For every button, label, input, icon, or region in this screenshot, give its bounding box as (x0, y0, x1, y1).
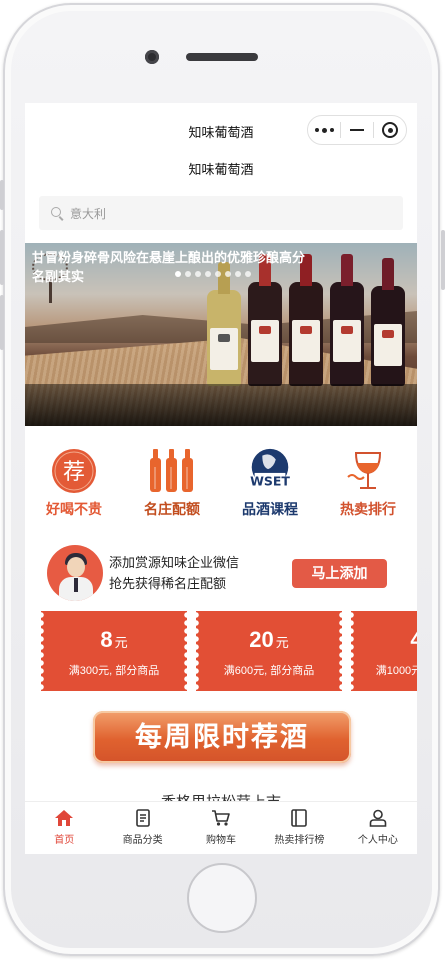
coupon-condition: 满300元, 部分商品 (68, 665, 160, 677)
target-close-icon (382, 122, 398, 138)
category-estate-quota[interactable]: 名庄配额 (123, 446, 221, 526)
coupon-amount-row: 8元 (41, 627, 187, 656)
more-dots-icon (314, 127, 334, 133)
banner-caption: 甘冒粉身碎骨风险在悬崖上酿出的优雅珍酿高分名副其实 (32, 250, 306, 284)
carousel-dot[interactable] (175, 271, 181, 277)
category-good-value[interactable]: 荐 好喝不贵 (25, 446, 123, 526)
weekly-recommendation-banner[interactable]: 每周限时荐酒 (93, 711, 351, 763)
coupon-amount-row: 4元 (351, 627, 417, 656)
tab-profile[interactable]: 个人中心 (339, 802, 417, 854)
wine-bottle-image (330, 254, 364, 386)
user-icon (367, 808, 389, 828)
carousel-dot[interactable] (185, 271, 191, 277)
app-screen: 知味葡萄酒 知味葡萄酒 意大利 甘冒粉身碎骨风险在悬崖上酿出的优雅珍酿高分名副其… (25, 103, 417, 854)
wset-logo-icon: WSET (245, 446, 295, 496)
wine-bottle-image (207, 262, 241, 386)
mini-program-capsule (307, 115, 407, 145)
tab-label: 首页 (54, 835, 75, 846)
more-menu-button[interactable] (308, 116, 340, 144)
coupon-condition: 满1000元, 部分商品 (375, 665, 417, 677)
front-camera (145, 50, 159, 64)
search-area: 意大利 (25, 188, 417, 238)
coupon-card[interactable]: 8元 满300元, 部分商品 (41, 611, 187, 691)
category-label: 好喝不贵 (46, 501, 102, 517)
mini-program-navbar: 知味葡萄酒 (25, 103, 417, 158)
promo-line-2: 抢先获得稀名庄配额 (109, 576, 227, 591)
tab-cart[interactable]: 购物车 (182, 802, 260, 854)
phone-side-button (0, 180, 4, 210)
category-label: 品酒课程 (242, 501, 298, 517)
carousel-indicators (175, 271, 251, 277)
category-label: 热卖排行 (340, 501, 396, 517)
tab-home[interactable]: 首页 (25, 802, 103, 854)
coupon-unit: 元 (275, 635, 289, 650)
carousel-dot[interactable] (195, 271, 201, 277)
tab-label: 商品分类 (122, 835, 163, 846)
phone-volume-down-button (0, 295, 4, 350)
coupon-condition: 满600元, 部分商品 (223, 665, 315, 677)
carousel-dot[interactable] (245, 271, 251, 277)
search-input[interactable]: 意大利 (39, 196, 403, 230)
cart-icon (210, 808, 232, 828)
svg-text:荐: 荐 (63, 460, 85, 485)
advisor-avatar-icon (47, 545, 103, 601)
carousel-dot[interactable] (205, 271, 211, 277)
phone-volume-up-button (0, 230, 4, 285)
search-icon (51, 206, 64, 220)
category-list-icon (132, 808, 154, 828)
close-mini-program-button[interactable] (374, 116, 406, 144)
category-tasting-course[interactable]: WSET 品酒课程 (221, 446, 319, 526)
coupon-card[interactable]: 20 元 满600元, 部分商品 (196, 611, 342, 691)
banner-caption-overlay (25, 384, 417, 426)
tab-label: 购物车 (206, 835, 237, 846)
coupon-card[interactable]: 4元 满1000元, 部分商品 (351, 611, 417, 691)
tab-label: 个人中心 (357, 835, 398, 846)
coupon-unit: 元 (114, 635, 128, 650)
minus-icon (350, 129, 364, 131)
wine-bottles-icon (147, 446, 197, 496)
promo-line-1: 添加赏源知味企业微信 (109, 555, 240, 570)
wine-bottle-image (289, 254, 323, 386)
earpiece-speaker (186, 53, 258, 61)
coupon-amount-row: 20 元 (196, 627, 342, 656)
category-grid: 荐 好喝不贵 名庄配额 WSET 品酒课程 热卖排行 (25, 426, 417, 526)
carousel-dot[interactable] (215, 271, 221, 277)
home-icon (53, 808, 75, 828)
add-wechat-button[interactable]: 马上添加 (292, 559, 387, 588)
coupon-list: 8元 满300元, 部分商品 20元 满600元, 部分商品 4元 满1000元… (41, 611, 417, 691)
coupon-amount: 4 (410, 627, 417, 652)
svg-text:WSET: WSET (250, 473, 290, 488)
coupon-amount: 8 (100, 627, 113, 652)
recommend-badge-icon: 荐 (49, 446, 99, 496)
search-placeholder: 意大利 (70, 206, 107, 221)
coupon-amount: 20 (249, 627, 274, 652)
wechat-promo: 添加赏源知味企业微信 抢先获得稀名庄配额 马上添加 (25, 532, 417, 616)
category-label: 名庄配额 (144, 501, 200, 517)
carousel-dot[interactable] (235, 271, 241, 277)
shop-title: 知味葡萄酒 (188, 162, 254, 177)
tab-label: 热卖排行榜 (274, 835, 325, 846)
wine-bottle-image (371, 258, 405, 386)
carousel-dot[interactable] (225, 271, 231, 277)
wine-bottle-image (248, 254, 282, 386)
category-bestsellers[interactable]: 热卖排行 (319, 446, 417, 526)
minimize-button[interactable] (341, 116, 373, 144)
ranking-book-icon (288, 808, 310, 828)
wine-glass-icon (343, 446, 393, 496)
tab-ranking[interactable]: 热卖排行榜 (260, 802, 338, 854)
bottom-tab-bar: 首页 商品分类 购物车 热卖排行榜 个人中心 (25, 801, 417, 854)
phone-home-button[interactable] (187, 863, 257, 933)
phone-power-button (441, 230, 445, 290)
tab-categories[interactable]: 商品分类 (103, 802, 181, 854)
